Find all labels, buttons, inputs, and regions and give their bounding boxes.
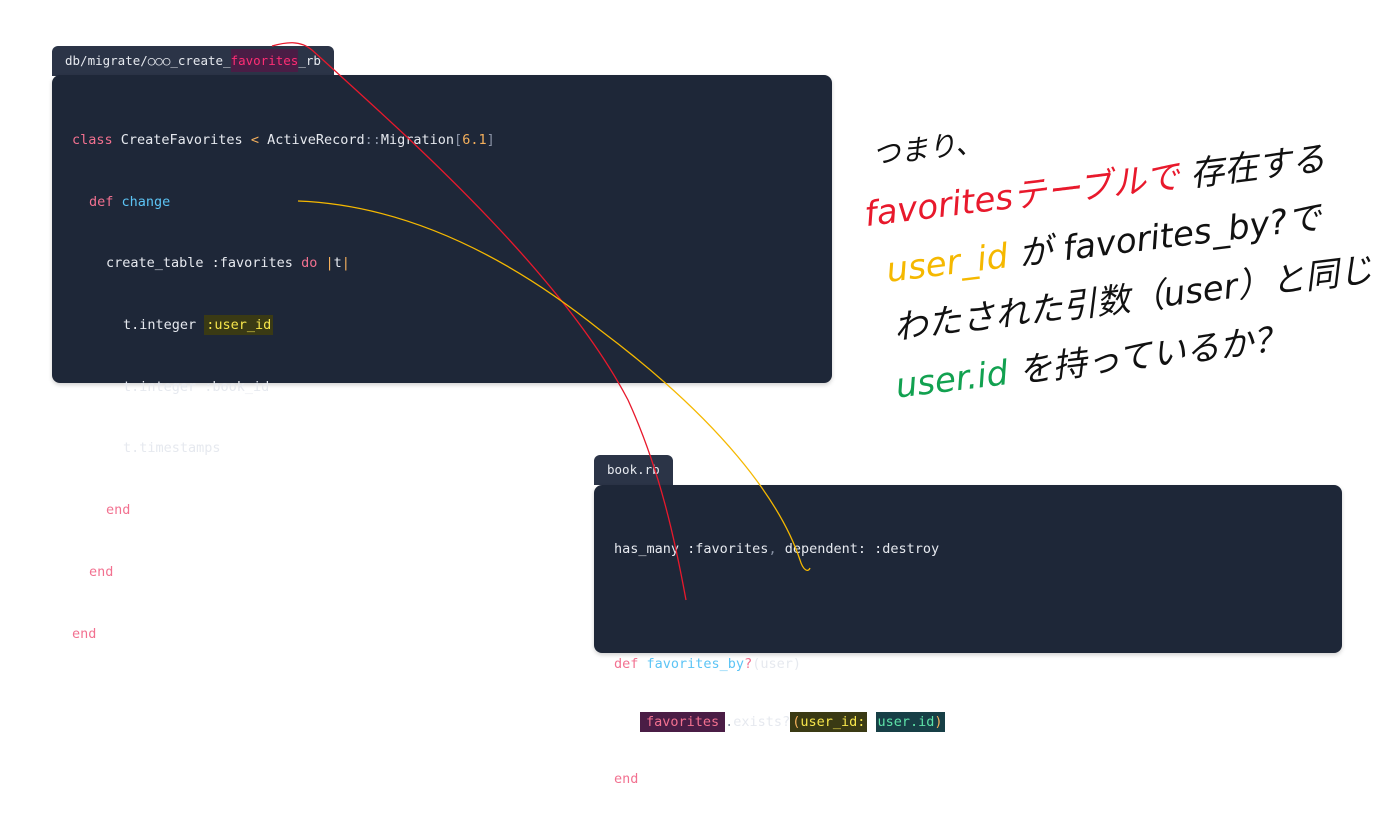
migration-tab-highlight: favorites xyxy=(230,49,299,72)
code-line: favorites .exists? (user_id: user.id) xyxy=(614,711,945,740)
migration-tab-prefix: db/migrate/○○○_create_ xyxy=(65,53,231,68)
code-line: end xyxy=(89,563,114,580)
book-tab-label: book.rb xyxy=(607,462,660,477)
note-line-3: user_id が favorites_by?で xyxy=(884,198,1325,291)
note-exists: 存在する xyxy=(1188,139,1328,195)
user-id-key-highlight: (user_id: xyxy=(790,711,868,732)
note-favorites-by: が favorites_by?で xyxy=(1016,198,1325,275)
migration-code: class CreateFavorites < ActiveRecord::Mi… xyxy=(72,100,495,687)
note-line-2: favoritesテーブルで 存在する xyxy=(862,139,1327,235)
code-line: end xyxy=(614,771,639,787)
favorites-receiver-highlight: favorites xyxy=(640,711,726,732)
note-has: を持っているか？ xyxy=(1016,319,1289,392)
user-id-value-highlight: user.id) xyxy=(875,711,945,732)
code-line: create_table :favorites do |t| xyxy=(106,255,350,272)
note-line-4: わたされた引数（user）と同じ xyxy=(891,250,1374,348)
code-line: t.integer :book_id xyxy=(123,378,270,395)
code-line: def change xyxy=(89,193,171,210)
migration-file-tab[interactable]: db/migrate/○○○_create_favorites_rb xyxy=(52,46,334,76)
migration-tab-suffix: _rb xyxy=(298,53,321,68)
code-line: end xyxy=(106,502,131,519)
book-file-tab[interactable]: book.rb xyxy=(594,455,673,485)
migration-code-panel: class CreateFavorites < ActiveRecord::Mi… xyxy=(52,75,832,642)
note-user-dot-id: user.id xyxy=(893,353,1010,407)
note-line-1: つまり、 xyxy=(871,125,985,171)
code-line: def favorites_by?(user) xyxy=(614,656,801,672)
user-id-symbol-highlight: :user_id xyxy=(204,315,274,336)
code-line: has_many :favorites, dependent: :destroy xyxy=(614,541,940,557)
note-favorites-table: favoritesテーブルで xyxy=(862,156,1184,235)
note-user-id: user_id xyxy=(884,236,1011,291)
code-line: t.integer :user_id xyxy=(123,315,274,336)
code-line: class CreateFavorites < ActiveRecord::Mi… xyxy=(72,132,495,148)
code-line: t.timestamps xyxy=(123,440,221,457)
handwritten-annotation: つまり、 favoritesテーブルで 存在する user_id が favor… xyxy=(862,125,1374,407)
book-code-panel: has_many :favorites, dependent: :destroy… xyxy=(594,485,1342,787)
code-line: end xyxy=(72,625,97,642)
book-code: has_many :favorites, dependent: :destroy… xyxy=(614,509,945,829)
note-line-5: user.id を持っているか？ xyxy=(893,319,1289,407)
